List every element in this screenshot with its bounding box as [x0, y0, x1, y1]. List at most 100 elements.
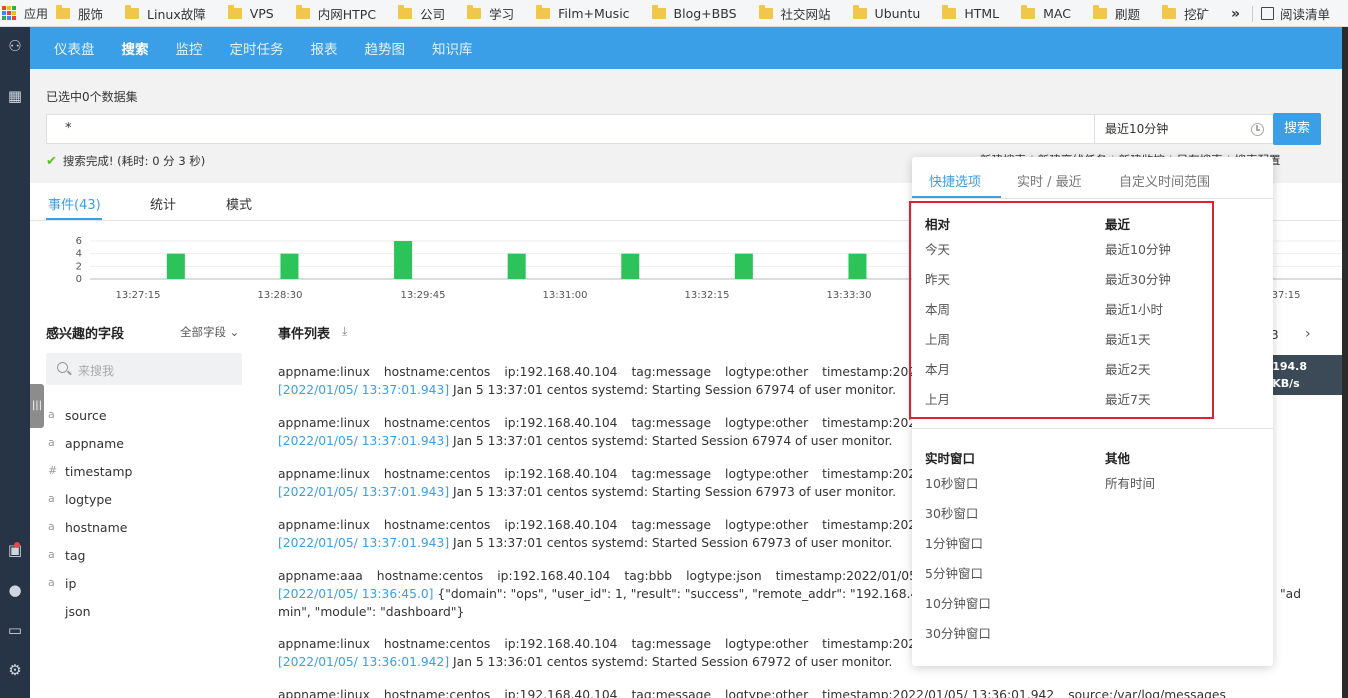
- time-option-realtime[interactable]: 5分钟窗口: [925, 563, 983, 582]
- time-option-relative[interactable]: 上周: [925, 329, 950, 348]
- grid-menu-icon[interactable]: ▦: [0, 87, 30, 105]
- event-timestamp[interactable]: [2022/01/05/ 13:36:01.942]: [278, 655, 449, 669]
- time-option-relative[interactable]: 今天: [925, 239, 950, 258]
- time-option-realtime[interactable]: 30分钟窗口: [925, 623, 991, 642]
- time-option-relative[interactable]: 本周: [925, 299, 950, 318]
- field-name: appname: [65, 436, 124, 451]
- time-option-relative[interactable]: 上月: [925, 389, 950, 408]
- nav-item-2[interactable]: 监控: [176, 38, 203, 58]
- time-option-recent[interactable]: 最近2天: [1105, 359, 1150, 378]
- bookmark-folder-label: Ubuntu: [874, 5, 921, 21]
- bookmark-folder[interactable]: 刷题: [1092, 4, 1140, 23]
- group-relative-title: 相对: [925, 217, 951, 232]
- pager-next-icon[interactable]: ›: [1305, 326, 1311, 342]
- tab-quick-options[interactable]: 快捷选项: [929, 171, 981, 190]
- field-item[interactable]: a tag: [48, 548, 86, 563]
- bookmark-folder[interactable]: 服饰: [56, 4, 103, 23]
- bookmark-folder[interactable]: Film+Music: [536, 4, 630, 21]
- nav-item-4[interactable]: 报表: [311, 38, 338, 58]
- field-item[interactable]: json: [48, 604, 91, 619]
- logo-icon[interactable]: ⚇: [0, 37, 30, 55]
- settings-gear-icon[interactable]: ⚙: [0, 661, 30, 679]
- bookmark-folder-label: 社交网站: [780, 6, 831, 22]
- field-search-input[interactable]: 来搜我: [46, 353, 242, 385]
- time-option-recent[interactable]: 最近30分钟: [1105, 269, 1171, 288]
- dataset-selection-label[interactable]: 已选中0个数据集: [46, 88, 138, 105]
- nav-item-0[interactable]: 仪表盘: [54, 38, 95, 58]
- bookmark-folder[interactable]: HTML: [942, 4, 999, 21]
- monitor-icon[interactable]: ▭: [0, 621, 30, 639]
- user-icon[interactable]: ●: [0, 581, 30, 599]
- time-option-recent[interactable]: 最近7天: [1105, 389, 1150, 408]
- bookmark-folder[interactable]: VPS: [227, 4, 274, 21]
- nav-item-3[interactable]: 定时任务: [230, 38, 284, 58]
- field-item[interactable]: # timestamp: [48, 464, 132, 479]
- bookmark-folder[interactable]: MAC: [1021, 4, 1071, 21]
- folder-icon: [227, 4, 242, 19]
- tab-custom-range[interactable]: 自定义时间范围: [1119, 171, 1210, 190]
- event-timestamp[interactable]: [2022/01/05/ 13:37:01.943]: [278, 536, 449, 550]
- search-query-input[interactable]: *: [46, 114, 1094, 144]
- event-field: hostname:centos: [383, 365, 491, 379]
- event-field: appname:linux: [278, 637, 370, 651]
- tab-events[interactable]: 事件(43): [48, 194, 101, 213]
- field-item[interactable]: a logtype: [48, 492, 112, 507]
- bookmark-folder[interactable]: 社交网站: [758, 4, 831, 23]
- nav-item-5[interactable]: 趋势图: [365, 38, 406, 58]
- time-range-input[interactable]: 最近10分钟: [1094, 114, 1274, 144]
- time-option-realtime[interactable]: 10分钟窗口: [925, 593, 991, 612]
- bookmark-folder[interactable]: Linux故障: [125, 4, 206, 23]
- nav-item-1[interactable]: 搜索: [122, 38, 149, 58]
- time-option-realtime[interactable]: 10秒窗口: [925, 473, 978, 492]
- time-option-relative[interactable]: 本月: [925, 359, 950, 378]
- field-type-icon: [48, 604, 65, 619]
- top-nav: 仪表盘 搜索 监控 定时任务 报表 趋势图 知识库: [30, 27, 1342, 69]
- time-option-realtime[interactable]: 1分钟窗口: [925, 533, 983, 552]
- download-icon[interactable]: ⤓: [342, 324, 347, 339]
- bookmark-folder[interactable]: 内网HTPC: [295, 4, 376, 23]
- bookmark-folder[interactable]: 公司: [398, 4, 445, 23]
- field-item[interactable]: a source: [48, 408, 107, 423]
- panel-collapse-handle[interactable]: |||: [30, 384, 44, 428]
- event-timestamp[interactable]: [2022/01/05/ 13:37:01.943]: [278, 485, 449, 499]
- bookmark-folder-label: MAC: [1043, 5, 1071, 21]
- field-item[interactable]: a ip: [48, 576, 76, 591]
- bookmarks-more-button[interactable]: »: [1231, 6, 1240, 22]
- bookmark-folder[interactable]: Ubuntu: [852, 4, 921, 21]
- event-timestamp[interactable]: [2022/01/05/ 13:37:01.943]: [278, 383, 449, 397]
- time-option-recent[interactable]: 最近1小时: [1105, 299, 1163, 318]
- event-field: logtype:other: [725, 467, 809, 481]
- event-field: ip:192.168.40.104: [504, 688, 618, 698]
- event-timestamp[interactable]: [2022/01/05/ 13:37:01.943]: [278, 434, 449, 448]
- field-item[interactable]: a appname: [48, 436, 124, 451]
- folder-icon: [942, 4, 957, 19]
- nav-item-6[interactable]: 知识库: [432, 38, 473, 58]
- time-option-realtime[interactable]: 30秒窗口: [925, 503, 978, 522]
- bookmark-folder-label: Linux故障: [147, 6, 206, 22]
- event-field: logtype:other: [725, 688, 809, 698]
- time-option-other[interactable]: 所有时间: [1105, 473, 1155, 492]
- search-button[interactable]: 搜索: [1273, 113, 1321, 145]
- event-timestamp[interactable]: [2022/01/05/ 13:36:45.0]: [278, 587, 433, 601]
- tab-active-underline: [46, 218, 102, 220]
- tab-patterns[interactable]: 模式: [226, 194, 252, 213]
- bookmark-folder-label: 服饰: [78, 6, 104, 22]
- page-scrollbar[interactable]: [1342, 27, 1348, 698]
- bookmark-folder[interactable]: 挖矿: [1161, 4, 1209, 23]
- field-item[interactable]: a hostname: [48, 520, 127, 535]
- time-option-relative[interactable]: 昨天: [925, 269, 950, 288]
- tab-realtime-recent[interactable]: 实时 / 最近: [1017, 171, 1082, 190]
- time-option-recent[interactable]: 最近10分钟: [1105, 239, 1171, 258]
- tab-statistics[interactable]: 统计: [150, 194, 176, 213]
- time-option-recent[interactable]: 最近1天: [1105, 329, 1150, 348]
- reading-list-button[interactable]: 阅读清单: [1260, 4, 1330, 23]
- chart-bar: [394, 241, 413, 279]
- event-field: hostname:centos: [383, 637, 491, 651]
- bookmark-apps[interactable]: 应用: [0, 5, 48, 22]
- chart-bar: [280, 253, 299, 279]
- event-field: tag:message: [631, 518, 712, 532]
- all-fields-dropdown[interactable]: 全部字段 ⌄: [180, 324, 239, 340]
- bookmark-folder[interactable]: Blog+BBS: [651, 4, 737, 21]
- bookmark-folder[interactable]: 学习: [467, 4, 514, 23]
- event-field: hostname:centos: [383, 688, 491, 698]
